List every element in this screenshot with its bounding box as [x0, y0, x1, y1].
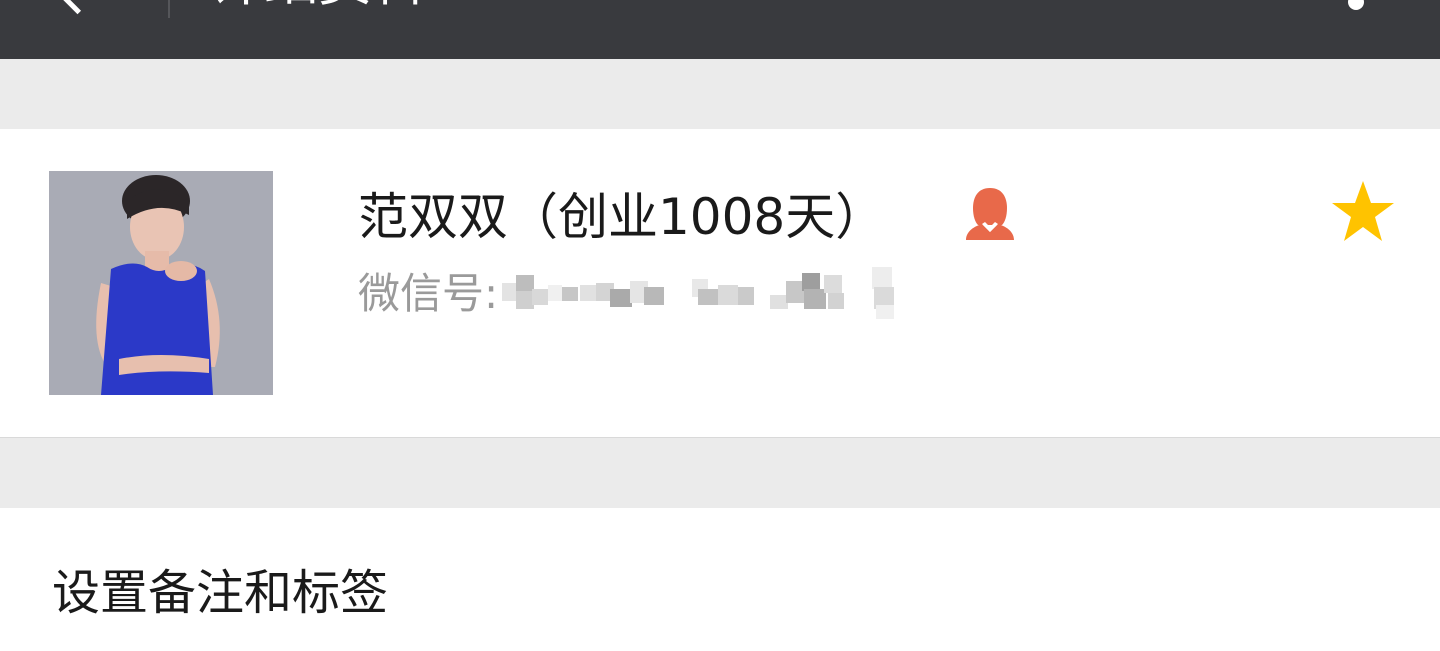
pixelated-mosaic	[502, 267, 895, 319]
wechat-id-value-blurred	[502, 265, 914, 323]
top-navigation-bar: 详细资料	[0, 0, 1440, 59]
name-row: 范双双（创业1008天）	[358, 184, 885, 250]
page-title: 详细资料	[210, 0, 426, 12]
section-gap	[0, 438, 1440, 508]
profile-name: 范双双（创业1008天）	[358, 188, 886, 246]
avatar-photo	[49, 171, 273, 395]
profile-card[interactable]: 范双双（创业1008天） 微信号:	[0, 129, 1440, 438]
header-divider	[168, 0, 170, 18]
section-gap	[0, 59, 1440, 129]
remark-tags-label: 设置备注和标签	[52, 565, 389, 621]
star-icon[interactable]	[1330, 179, 1396, 245]
female-user-icon	[966, 188, 1014, 240]
more-icon[interactable]	[1348, 0, 1364, 10]
wechat-id-label: 微信号:	[358, 269, 499, 318]
remark-tags-row[interactable]: 设置备注和标签	[0, 508, 1440, 651]
back-arrow-icon[interactable]	[52, 0, 103, 15]
avatar[interactable]	[49, 171, 273, 395]
wechat-id-row: 微信号:	[358, 263, 914, 325]
